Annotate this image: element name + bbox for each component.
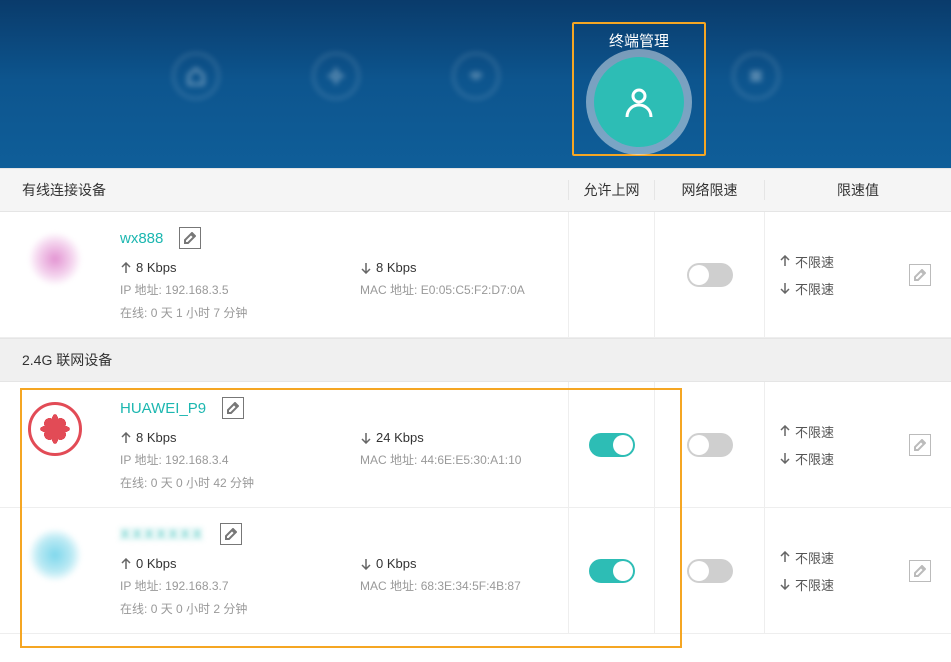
col-value: 限速值 xyxy=(764,180,951,200)
mac-address: 68:3E:34:5F:4B:87 xyxy=(421,579,521,593)
nav-item-2[interactable] xyxy=(306,26,366,99)
device-avatar-huawei-icon xyxy=(28,402,82,456)
limit-up-text: 不限速 xyxy=(795,252,834,271)
app-header: 终端管理 xyxy=(0,0,951,168)
nav-item-terminal-mgmt[interactable]: 终端管理 xyxy=(572,22,706,156)
device-avatar xyxy=(28,528,82,582)
device-avatar xyxy=(28,232,82,286)
col-allow: 允许上网 xyxy=(568,180,654,200)
device-row-24g-1: XXXXXXX 0 Kbps IP 地址: 192.168.3.7 在线: 0 … xyxy=(0,508,951,634)
online-duration: 0 天 0 小时 42 分钟 xyxy=(151,476,254,490)
nav-item-1[interactable] xyxy=(166,26,226,99)
upload-rate: 0 Kbps xyxy=(136,556,176,571)
limit-toggle[interactable] xyxy=(687,559,733,583)
download-rate: 8 Kbps xyxy=(376,260,416,275)
limit-toggle[interactable] xyxy=(687,433,733,457)
nav-active-label: 终端管理 xyxy=(609,30,669,51)
upload-rate: 8 Kbps xyxy=(136,430,176,445)
mac-address: E0:05:C5:F2:D7:0A xyxy=(421,283,525,297)
edit-name-button[interactable] xyxy=(179,227,201,249)
table-header-24g: 2.4G 联网设备 xyxy=(0,338,951,382)
edit-name-button[interactable] xyxy=(220,523,242,545)
edit-limit-button[interactable] xyxy=(909,434,931,456)
device-name: HUAWEI_P9 xyxy=(120,400,206,417)
limit-down-text: 不限速 xyxy=(795,279,834,298)
device-row-24g-0: HUAWEI_P9 8 Kbps IP 地址: 192.168.3.4 在线: … xyxy=(0,382,951,508)
nav-item-5[interactable] xyxy=(726,26,786,99)
download-rate: 0 Kbps xyxy=(376,556,416,571)
online-duration: 0 天 0 小时 2 分钟 xyxy=(151,602,248,616)
device-row-wired-0: wx888 8 Kbps IP 地址: 192.168.3.5 在线: 0 天 … xyxy=(0,212,951,338)
limit-toggle[interactable] xyxy=(687,263,733,287)
download-rate: 24 Kbps xyxy=(376,430,424,445)
ip-address: 192.168.3.4 xyxy=(165,453,228,467)
limit-down-text: 不限速 xyxy=(795,575,834,594)
online-duration: 0 天 1 小时 7 分钟 xyxy=(151,306,248,320)
nav-item-3[interactable] xyxy=(446,26,506,99)
upload-rate: 8 Kbps xyxy=(136,260,176,275)
col-limit: 网络限速 xyxy=(654,180,764,200)
edit-limit-button[interactable] xyxy=(909,264,931,286)
mac-address: 44:6E:E5:30:A1:10 xyxy=(421,453,522,467)
limit-up-text: 不限速 xyxy=(795,548,834,567)
device-name: wx888 xyxy=(120,230,163,247)
edit-name-button[interactable] xyxy=(222,397,244,419)
table-header-wired: 有线连接设备 允许上网 网络限速 限速值 xyxy=(0,168,951,212)
ip-address: 192.168.3.5 xyxy=(165,283,228,297)
col-device-wired: 有线连接设备 xyxy=(0,180,568,200)
allow-toggle[interactable] xyxy=(589,433,635,457)
edit-limit-button[interactable] xyxy=(909,560,931,582)
col-device-24g: 2.4G 联网设备 xyxy=(0,350,568,370)
section-24g: HUAWEI_P9 8 Kbps IP 地址: 192.168.3.4 在线: … xyxy=(0,382,951,634)
device-name-redacted: XXXXXXX xyxy=(120,526,204,543)
allow-toggle[interactable] xyxy=(589,559,635,583)
limit-up-text: 不限速 xyxy=(795,422,834,441)
ip-address: 192.168.3.7 xyxy=(165,579,228,593)
limit-down-text: 不限速 xyxy=(795,449,834,468)
user-icon xyxy=(594,57,684,147)
